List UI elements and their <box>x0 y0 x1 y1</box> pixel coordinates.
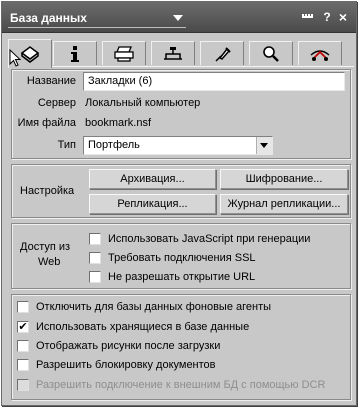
checkbox-label: Требовать подключения SSL <box>108 252 256 264</box>
tab-strip <box>8 39 353 68</box>
tab-info[interactable] <box>53 41 97 65</box>
disable-background-agents-checkbox[interactable]: Отключить для базы данных фоновые агенты <box>17 299 271 315</box>
filename-label: Имя файла <box>17 117 76 129</box>
show-images-after-load-checkbox[interactable]: Отображать рисунки после загрузки <box>17 338 220 354</box>
info-icon <box>71 45 79 62</box>
misc-options-group: Отключить для базы данных фоновые агенты… <box>11 294 351 400</box>
tab-divider <box>8 66 354 67</box>
basics-group: Название Закладки (6) Сервер Локальный к… <box>11 69 351 159</box>
database-properties-dialog: База данных ? × Название Закладки (6) Се… <box>1 1 357 406</box>
web-access-label-line1: Доступ из <box>20 241 71 253</box>
checkbox-label: Отображать рисунки после загрузки <box>36 340 221 352</box>
design-icon <box>164 46 182 60</box>
minimize-button[interactable] <box>300 9 316 25</box>
close-button[interactable]: × <box>336 9 350 25</box>
settings-group: Настройка Архивация... Шифрование... Реп… <box>11 164 351 218</box>
checkbox-box[interactable] <box>17 340 29 352</box>
tab-print[interactable] <box>102 41 146 65</box>
allow-dcr-connection-checkbox: Разрешить подключение к внешним БД с пом… <box>17 377 325 393</box>
type-select[interactable]: Портфель <box>83 136 273 155</box>
printer-icon <box>114 45 134 62</box>
settings-label: Настройка <box>20 185 75 197</box>
check-icon[interactable]: ✔ <box>17 321 29 333</box>
properties-type-selector[interactable]: База данных <box>8 8 186 28</box>
checkbox-label: Отключить для базы данных фоновые агенты <box>36 301 272 313</box>
checkbox-label: Не разрешать открытие URL <box>108 271 256 283</box>
web-ssl-checkbox[interactable]: Требовать подключения SSL <box>89 250 256 266</box>
checkbox-label: Разрешить подключение к внешним БД с пом… <box>36 379 326 391</box>
tab-design[interactable] <box>151 41 195 65</box>
server-value: Локальный компьютер <box>85 97 201 109</box>
type-select-value: Портфель <box>88 139 140 151</box>
mouse-pointer-icon <box>9 49 22 67</box>
title-bar: База данных ? × <box>2 2 356 33</box>
checkbox-label: Использовать JavaScript при генерации <box>108 233 311 245</box>
magnifier-icon <box>263 45 279 62</box>
checkbox-label: Разрешить блокировку документов <box>36 359 216 371</box>
allow-document-locking-checkbox[interactable]: Разрешить блокировку документов <box>17 357 216 373</box>
title-label: Название <box>26 75 76 87</box>
help-button[interactable]: ? <box>320 9 334 25</box>
tab-advanced[interactable] <box>298 41 342 65</box>
filename-value: bookmark.nsf <box>85 117 152 129</box>
launch-icon <box>215 46 231 62</box>
tab-launch[interactable] <box>200 41 244 65</box>
web-access-label-line2: Web <box>38 256 61 268</box>
checkbox-box[interactable] <box>17 359 29 371</box>
minimize-icon <box>302 14 313 18</box>
checkbox-box[interactable] <box>89 252 101 264</box>
replication-button[interactable]: Репликация... <box>89 194 216 214</box>
checkbox-box[interactable] <box>89 271 101 283</box>
checkbox-box[interactable] <box>89 233 101 245</box>
advanced-icon <box>310 49 330 61</box>
type-label: Тип <box>57 139 76 151</box>
archive-button[interactable]: Архивация... <box>89 169 216 189</box>
title-field[interactable]: Закладки (6) <box>83 72 345 91</box>
properties-type-label: База данных <box>10 11 87 25</box>
encryption-button[interactable]: Шифрование... <box>220 169 348 189</box>
use-stored-data-checkbox[interactable]: ✔ Использовать хранящиеся в базе данные <box>17 319 249 335</box>
web-access-group: Доступ из Web Использовать JavaScript пр… <box>11 223 351 289</box>
chevron-down-icon <box>173 15 183 21</box>
web-url-open-checkbox[interactable]: Не разрешать открытие URL <box>89 269 255 285</box>
chevron-down-icon <box>256 137 272 154</box>
replication-log-button[interactable]: Журнал репликации... <box>220 194 348 214</box>
checkbox-box <box>17 379 29 391</box>
web-javascript-checkbox[interactable]: Использовать JavaScript при генерации <box>89 231 310 247</box>
checkbox-label: Использовать хранящиеся в базе данные <box>36 321 250 333</box>
tab-search[interactable] <box>249 41 293 65</box>
checkbox-box[interactable] <box>17 301 29 313</box>
server-label: Сервер <box>37 97 76 109</box>
